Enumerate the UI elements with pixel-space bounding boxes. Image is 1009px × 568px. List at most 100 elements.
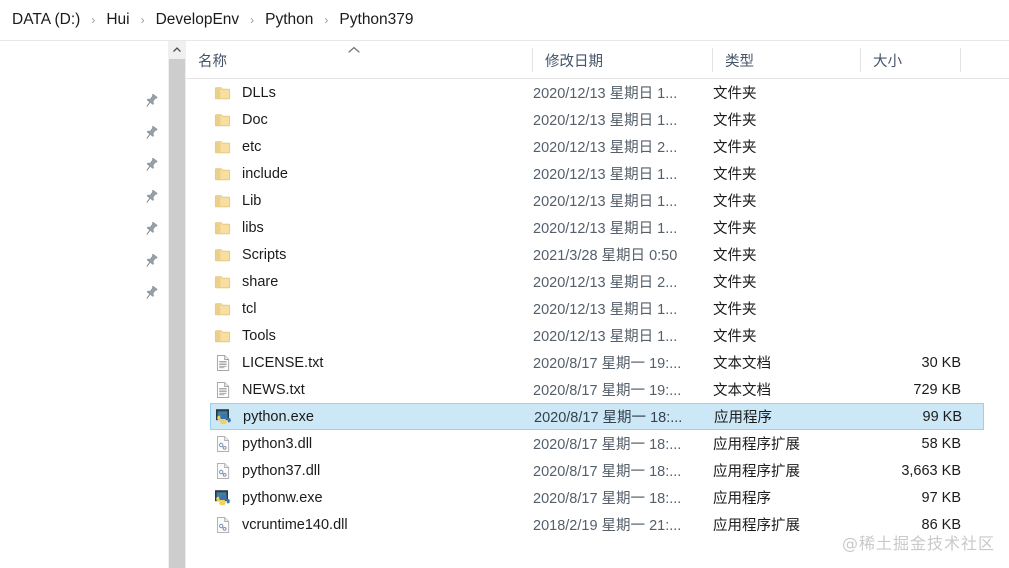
file-name-label: include	[242, 165, 288, 182]
text-file-icon	[216, 381, 230, 398]
pin-icon	[146, 93, 158, 107]
file-row[interactable]: pythonw.exe 2020/8/17 星期一 18:... 应用程序 97 KB	[210, 484, 984, 511]
column-header-name[interactable]: 名称	[186, 41, 533, 79]
file-name-cell[interactable]: Doc	[210, 106, 533, 133]
file-date-cell: 2020/12/13 星期日 2...	[533, 275, 678, 291]
breadcrumb-item-3[interactable]: Python	[261, 9, 317, 31]
quick-access-pin-2[interactable]	[0, 149, 168, 181]
file-date-cell: 2020/8/17 星期一 18:...	[533, 464, 682, 480]
file-row[interactable]: DLLs 2020/12/13 星期日 1... 文件夹	[210, 79, 984, 106]
text-file-icon	[216, 354, 230, 371]
file-date-cell: 2020/12/13 星期日 1...	[533, 302, 678, 318]
column-divider[interactable]	[960, 48, 961, 72]
file-name-label: Doc	[242, 111, 268, 128]
file-name-label: python.exe	[243, 408, 314, 425]
file-name-cell[interactable]: python.exe	[211, 404, 534, 429]
file-name-label: Scripts	[242, 246, 287, 263]
file-type-cell: 应用程序扩展	[713, 464, 800, 480]
pin-icon	[146, 285, 158, 299]
breadcrumb-item-1[interactable]: Hui	[102, 9, 133, 31]
file-name-cell[interactable]: include	[210, 160, 533, 187]
file-row[interactable]: python.exe 2020/8/17 星期一 18:... 应用程序 99 KB	[210, 403, 984, 430]
file-type-cell: 文件夹	[713, 248, 757, 264]
file-type-cell: 应用程序	[713, 491, 771, 507]
file-date-cell: 2020/12/13 星期日 1...	[533, 329, 678, 345]
file-row[interactable]: vcruntime140.dll 2018/2/19 星期一 21:... 应用程序…	[210, 511, 984, 538]
quick-access-pin-0[interactable]	[0, 85, 168, 117]
scrollbar-thumb[interactable]	[169, 59, 185, 568]
breadcrumb-separator[interactable]: ›	[84, 14, 102, 26]
folder-icon	[214, 329, 231, 342]
file-type-cell: 文件夹	[713, 329, 757, 345]
breadcrumb-item-2[interactable]: DevelopEnv	[152, 9, 244, 31]
breadcrumb-separator[interactable]: ›	[317, 14, 335, 26]
file-row[interactable]: etc 2020/12/13 星期日 2... 文件夹	[210, 133, 984, 160]
file-row[interactable]: share 2020/12/13 星期日 2... 文件夹	[210, 268, 984, 295]
breadcrumb-separator[interactable]: ›	[134, 14, 152, 26]
file-date-cell: 2020/8/17 星期一 18:...	[534, 410, 683, 426]
file-row[interactable]: python3.dll 2020/8/17 星期一 18:... 应用程序扩展 58 …	[210, 430, 984, 457]
file-type-cell: 应用程序扩展	[713, 518, 800, 534]
file-name-cell[interactable]: share	[210, 268, 533, 295]
file-type-cell: 文件夹	[713, 275, 757, 291]
file-name-cell[interactable]: Scripts	[210, 241, 533, 268]
navigation-pane	[0, 41, 168, 568]
file-row[interactable]: Lib 2020/12/13 星期日 1... 文件夹	[210, 187, 984, 214]
file-list[interactable]: DLLs 2020/12/13 星期日 1... 文件夹 Doc 2020/12/13 …	[186, 79, 1009, 568]
file-row[interactable]: Scripts 2021/3/28 星期日 0:50 文件夹	[210, 241, 984, 268]
file-name-label: NEWS.txt	[242, 381, 305, 398]
vertical-scrollbar[interactable]	[168, 41, 186, 568]
file-date-cell: 2020/12/13 星期日 1...	[533, 194, 678, 210]
file-row[interactable]: Tools 2020/12/13 星期日 1... 文件夹	[210, 322, 984, 349]
file-name-cell[interactable]: python37.dll	[210, 457, 533, 484]
file-name-label: LICENSE.txt	[242, 354, 324, 371]
breadcrumb-item-4[interactable]: Python379	[335, 9, 417, 31]
file-name-cell[interactable]: tcl	[210, 295, 533, 322]
file-row[interactable]: Doc 2020/12/13 星期日 1... 文件夹	[210, 106, 984, 133]
file-name-cell[interactable]: etc	[210, 133, 533, 160]
file-name-cell[interactable]: Lib	[210, 187, 533, 214]
column-header-date-modified[interactable]: 修改日期	[533, 41, 713, 79]
file-size-cell: 3,663 KB	[901, 462, 961, 479]
file-size-cell	[861, 187, 971, 214]
file-name-cell[interactable]: DLLs	[210, 79, 533, 106]
pin-icon	[146, 157, 158, 171]
quick-access-pin-4[interactable]	[0, 213, 168, 245]
file-row[interactable]: LICENSE.txt 2020/8/17 星期一 19:... 文本文档 30 KB	[210, 349, 984, 376]
file-date-cell: 2020/8/17 星期一 18:...	[533, 437, 682, 453]
file-date-cell: 2020/12/13 星期日 1...	[533, 86, 678, 102]
file-row[interactable]: include 2020/12/13 星期日 1... 文件夹	[210, 160, 984, 187]
file-date-cell: 2020/8/17 星期一 19:...	[533, 356, 682, 372]
dll-file-icon	[216, 462, 230, 479]
quick-access-pin-1[interactable]	[0, 117, 168, 149]
file-name-cell[interactable]: python3.dll	[210, 430, 533, 457]
file-name-cell[interactable]: vcruntime140.dll	[210, 511, 533, 538]
file-row[interactable]: tcl 2020/12/13 星期日 1... 文件夹	[210, 295, 984, 322]
file-type-cell: 文件夹	[713, 86, 757, 102]
file-row[interactable]: python37.dll 2020/8/17 星期一 18:... 应用程序扩展 3,…	[210, 457, 984, 484]
file-name-cell[interactable]: pythonw.exe	[210, 484, 533, 511]
file-row[interactable]: NEWS.txt 2020/8/17 星期一 19:... 文本文档 729 KB	[210, 376, 984, 403]
file-date-cell: 2020/12/13 星期日 1...	[533, 113, 678, 129]
file-name-cell[interactable]: libs	[210, 214, 533, 241]
breadcrumb-separator[interactable]: ›	[243, 14, 261, 26]
quick-access-pin-6[interactable]	[0, 277, 168, 309]
file-name-cell[interactable]: LICENSE.txt	[210, 349, 533, 376]
file-type-cell: 文本文档	[713, 383, 771, 399]
scroll-up-button[interactable]	[168, 41, 186, 59]
file-row[interactable]: libs 2020/12/13 星期日 1... 文件夹	[210, 214, 984, 241]
file-size-cell: 729 KB	[913, 381, 961, 398]
quick-access-pin-3[interactable]	[0, 181, 168, 213]
breadcrumb-item-0[interactable]: DATA (D:)	[8, 9, 84, 31]
column-header-type[interactable]: 类型	[713, 41, 861, 79]
file-explorer-window: DATA (D:) › Hui › DevelopEnv › Python › …	[0, 0, 1009, 568]
quick-access-pin-5[interactable]	[0, 245, 168, 277]
breadcrumb: DATA (D:) › Hui › DevelopEnv › Python › …	[0, 0, 1009, 41]
file-size-cell	[861, 241, 971, 268]
file-name-cell[interactable]: NEWS.txt	[210, 376, 533, 403]
file-name-cell[interactable]: Tools	[210, 322, 533, 349]
column-header-size[interactable]: 大小	[861, 41, 961, 79]
file-type-cell: 应用程序	[714, 410, 772, 426]
file-name-label: libs	[242, 219, 264, 236]
file-name-label: pythonw.exe	[242, 489, 323, 506]
